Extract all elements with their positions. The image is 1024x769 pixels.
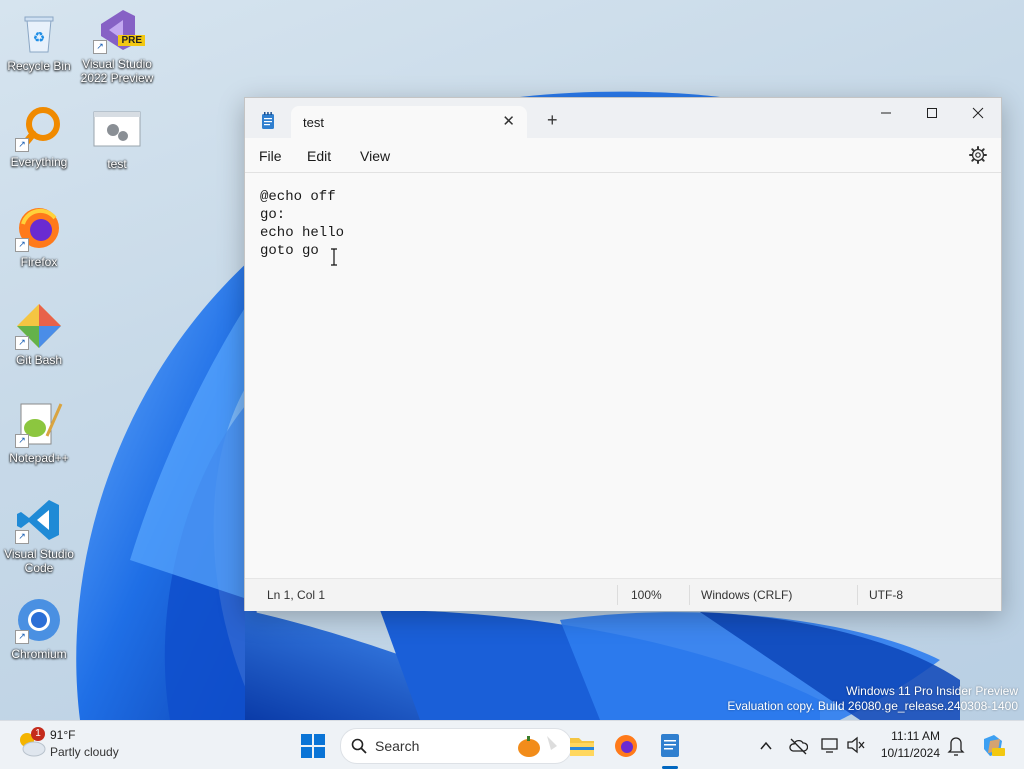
shortcut-arrow-icon: ↗	[15, 434, 29, 448]
desktop-icon-everything[interactable]: ↗ Everything	[1, 104, 77, 169]
file-explorer-taskbar-icon[interactable]	[568, 729, 596, 761]
notepad-app-icon	[262, 112, 274, 129]
maximize-icon	[927, 108, 937, 118]
desktop-icon-test[interactable]: test	[79, 106, 155, 171]
zoom-level[interactable]: 100%	[631, 588, 662, 602]
desktop-icon-label: Firefox	[20, 255, 58, 269]
git-bash-icon: ↗	[15, 302, 63, 350]
shortcut-arrow-icon: ↗	[15, 138, 29, 152]
shortcut-arrow-icon: ↗	[15, 238, 29, 252]
clock-date[interactable]: 10/11/2024	[876, 746, 940, 760]
settings-gear-icon[interactable]	[969, 146, 987, 164]
tab-title: test	[303, 115, 324, 130]
title-bar[interactable]: test ✕ +	[245, 98, 1001, 138]
shortcut-arrow-icon: ↗	[15, 530, 29, 544]
menu-file[interactable]: File	[259, 148, 282, 164]
chevron-up-icon[interactable]	[758, 729, 774, 761]
status-bar: Ln 1, Col 1 100% Windows (CRLF) UTF-8	[245, 578, 1001, 611]
batch-file-icon	[93, 106, 141, 154]
chromium-icon: ↗	[15, 596, 63, 644]
desktop-icon-recycle-bin[interactable]: ♻ Recycle Bin	[1, 8, 77, 73]
encoding[interactable]: UTF-8	[869, 588, 903, 602]
status-divider	[857, 585, 858, 605]
desktop-icon-label: Everything	[10, 155, 68, 169]
shortcut-arrow-icon: ↗	[93, 40, 107, 54]
taskbar: 1 91°F Partly cloudy Search 11:11 AM 10/…	[0, 720, 1024, 769]
search-placeholder: Search	[375, 738, 420, 754]
desktop-icon-label: Visual Studio 2022 Preview	[80, 57, 154, 85]
menu-view[interactable]: View	[360, 148, 390, 164]
copilot-icon[interactable]	[980, 729, 1006, 761]
notification-bell-icon[interactable]	[946, 729, 966, 761]
volume-muted-icon[interactable]	[846, 729, 866, 761]
windows-logo-icon	[301, 734, 325, 758]
visual-studio-icon: PRE ↗	[93, 6, 145, 54]
notification-badge: 1	[31, 727, 45, 741]
weather-temperature: 91°F	[50, 728, 76, 742]
desktop-icon-label: Recycle Bin	[7, 59, 71, 73]
cloud-offline-icon[interactable]	[788, 729, 808, 761]
svg-text:♻: ♻	[33, 29, 46, 45]
notepad-plus-plus-icon: ↗	[15, 400, 63, 448]
text-editor[interactable]: @echo off go: echo hello goto go	[245, 173, 1001, 578]
desktop-icon-git-bash[interactable]: ↗ Git Bash	[1, 302, 77, 367]
recycle-bin-icon: ♻	[15, 8, 63, 56]
maximize-button[interactable]	[909, 98, 955, 130]
close-window-button[interactable]	[955, 98, 1001, 130]
status-divider	[689, 585, 690, 605]
desktop-icon-visual-studio-2022-preview[interactable]: PRE ↗ Visual Studio 2022 Preview	[79, 6, 155, 85]
vscode-icon: ↗	[15, 496, 63, 544]
network-monitor-icon[interactable]	[820, 729, 840, 761]
status-divider	[617, 585, 618, 605]
desktop-icon-notepad-plus-plus[interactable]: ↗ Notepad++	[1, 400, 77, 465]
taskbar-search-box[interactable]: Search	[340, 728, 572, 764]
cursor-position: Ln 1, Col 1	[267, 588, 326, 602]
pre-badge: PRE	[118, 35, 145, 46]
watermark-line-2: Evaluation copy. Build 26080.ge_release.…	[727, 699, 1018, 713]
menu-edit[interactable]: Edit	[307, 148, 331, 164]
search-icon	[351, 738, 367, 754]
shortcut-arrow-icon: ↗	[15, 336, 29, 350]
desktop-icon-chromium[interactable]: ↗ Chromium	[1, 596, 77, 661]
notepad-taskbar-icon[interactable]	[656, 729, 684, 761]
weather-description: Partly cloudy	[50, 745, 119, 759]
tab-test[interactable]: test ✕	[291, 106, 527, 138]
desktop-icon-label: Git Bash	[15, 353, 63, 367]
desktop-icon-label: test	[107, 157, 127, 171]
shortcut-arrow-icon: ↗	[15, 630, 29, 644]
text-cursor-icon	[331, 248, 337, 266]
weather-widget[interactable]: 1 91°F Partly cloudy	[0, 721, 140, 769]
close-tab-icon[interactable]: ✕	[502, 112, 515, 130]
desktop-icon-label: Visual Studio Code	[4, 547, 74, 575]
evaluation-watermark: Windows 11 Pro Insider Preview Evaluatio…	[727, 684, 1018, 714]
firefox-icon: ↗	[15, 204, 63, 252]
notepad-window: test ✕ + File Edit View @echo off go: ec…	[244, 97, 1002, 611]
minimize-button[interactable]	[863, 98, 909, 130]
watermark-line-1: Windows 11 Pro Insider Preview	[846, 684, 1018, 698]
firefox-taskbar-icon[interactable]	[612, 729, 640, 761]
close-icon	[972, 107, 984, 119]
line-ending[interactable]: Windows (CRLF)	[701, 588, 792, 602]
menu-bar: File Edit View	[245, 138, 1001, 173]
new-tab-button[interactable]: +	[547, 111, 558, 129]
start-button[interactable]	[300, 729, 326, 761]
desktop-icon-visual-studio-code[interactable]: ↗ Visual Studio Code	[1, 496, 77, 575]
search-highlight-pumpkin-icon	[518, 736, 557, 757]
clock-time[interactable]: 11:11 AM	[876, 729, 940, 743]
desktop-icon-firefox[interactable]: ↗ Firefox	[1, 204, 77, 269]
desktop-icon-label: Chromium	[11, 647, 67, 661]
minimize-icon	[881, 112, 891, 114]
everything-search-icon: ↗	[15, 104, 63, 152]
desktop-icon-label: Notepad++	[9, 451, 69, 465]
